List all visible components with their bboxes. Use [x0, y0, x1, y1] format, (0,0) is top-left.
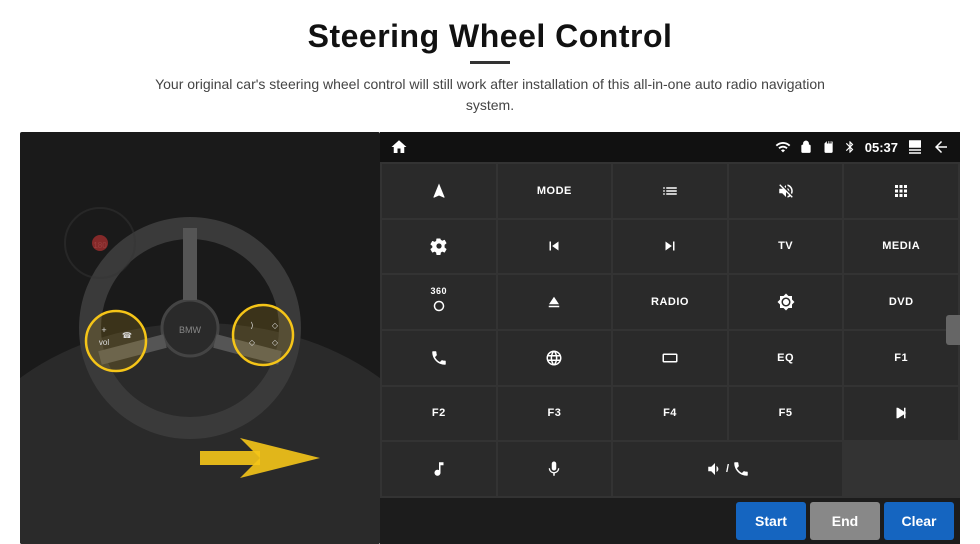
btn-next[interactable]: [613, 220, 727, 274]
content-section: BMW + vol ☎ ⟩ ◇ ◇ ◇ 180: [0, 124, 980, 544]
svg-text:+: +: [101, 325, 106, 335]
status-right: 05:37: [775, 138, 950, 156]
btn-apps[interactable]: [844, 164, 958, 218]
btn-f4[interactable]: F4: [613, 387, 727, 441]
btn-tv[interactable]: TV: [729, 220, 843, 274]
btn-navigate[interactable]: [382, 164, 496, 218]
svg-text:☎: ☎: [122, 331, 132, 340]
status-time: 05:37: [865, 140, 898, 155]
back-icon: [932, 138, 950, 156]
btn-eq[interactable]: EQ: [729, 331, 843, 385]
btn-radio[interactable]: RADIO: [613, 275, 727, 329]
status-left: [390, 138, 408, 156]
btn-f1[interactable]: F1: [844, 331, 958, 385]
window-icon: [906, 138, 924, 156]
sd-card-icon: [821, 140, 835, 154]
svg-text:BMW: BMW: [179, 325, 202, 335]
btn-playpause[interactable]: [844, 387, 958, 441]
end-button[interactable]: End: [810, 502, 880, 540]
svg-text:vol: vol: [99, 338, 109, 347]
radio-panel: 05:37 MODE: [380, 132, 960, 544]
btn-settings[interactable]: [382, 220, 496, 274]
bottom-bar: Start End Clear: [380, 498, 960, 544]
header-section: Steering Wheel Control Your original car…: [0, 0, 980, 124]
home-status-icon: [390, 138, 408, 156]
clear-button[interactable]: Clear: [884, 502, 954, 540]
btn-f3[interactable]: F3: [498, 387, 612, 441]
btn-brightness[interactable]: [729, 275, 843, 329]
btn-f5[interactable]: F5: [729, 387, 843, 441]
start-button[interactable]: Start: [736, 502, 806, 540]
btn-mode[interactable]: MODE: [498, 164, 612, 218]
svg-text:⟩: ⟩: [250, 321, 253, 330]
btn-list[interactable]: [613, 164, 727, 218]
page-wrapper: Steering Wheel Control Your original car…: [0, 0, 980, 544]
btn-browse[interactable]: [498, 331, 612, 385]
btn-music[interactable]: [382, 442, 496, 496]
scroll-handle[interactable]: [946, 315, 960, 345]
svg-text:◇: ◇: [272, 338, 279, 347]
btn-mute[interactable]: [729, 164, 843, 218]
btn-vol-phone[interactable]: /: [613, 442, 842, 496]
btn-dvd[interactable]: DVD: [844, 275, 958, 329]
button-grid: MODE: [380, 162, 960, 498]
btn-mic[interactable]: [498, 442, 612, 496]
status-bar: 05:37: [380, 132, 960, 162]
title-divider: [470, 61, 510, 64]
page-title: Steering Wheel Control: [40, 18, 940, 55]
btn-rect[interactable]: [613, 331, 727, 385]
btn-360[interactable]: 360: [382, 275, 496, 329]
wifi-icon: [775, 139, 791, 155]
bluetooth-icon: [843, 140, 857, 154]
subtitle: Your original car's steering wheel contr…: [140, 74, 840, 116]
svg-text:◇: ◇: [272, 321, 279, 330]
btn-f2[interactable]: F2: [382, 387, 496, 441]
btn-prev[interactable]: [498, 220, 612, 274]
btn-eject[interactable]: [498, 275, 612, 329]
lock-icon: [799, 140, 813, 154]
svg-text:◇: ◇: [249, 338, 256, 347]
btn-media[interactable]: MEDIA: [844, 220, 958, 274]
btn-phone[interactable]: [382, 331, 496, 385]
steering-wheel-image: BMW + vol ☎ ⟩ ◇ ◇ ◇ 180: [20, 132, 380, 544]
